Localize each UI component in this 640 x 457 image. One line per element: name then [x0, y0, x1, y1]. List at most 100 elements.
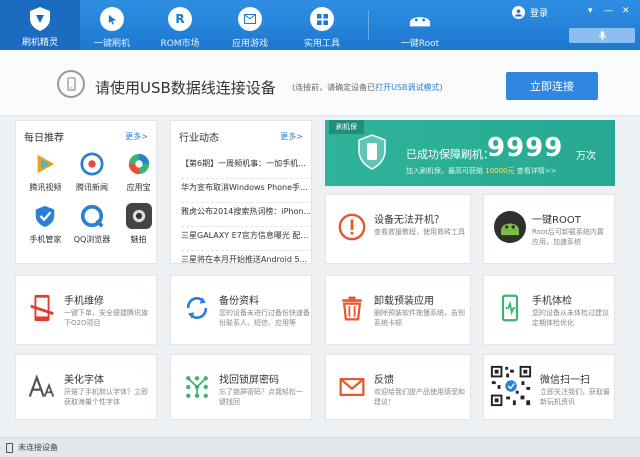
news-item[interactable]: 三星将在本月开始推送Android 5...	[181, 251, 313, 275]
news-item[interactable]: 华为宣布取消Windows Phone手...	[181, 179, 313, 203]
card-title: 手机维修	[64, 296, 104, 307]
app-label: 应用宝	[126, 183, 151, 192]
panel-title: 每日推荐	[24, 133, 64, 144]
card-phone-repair[interactable]: 手机维修 一键下单，安全便捷腾讯旗下O2O项目	[15, 275, 157, 345]
phone-icon	[57, 70, 85, 98]
repair-phone-icon	[26, 292, 58, 324]
insurance-main-text: 已成功保障刷机：	[406, 148, 494, 161]
mail-icon	[336, 371, 368, 403]
backup-icon	[181, 292, 213, 324]
card-desc: 欢迎给我们提产品使用感受和建议！	[374, 388, 465, 406]
nav-apps-games[interactable]: 应用游戏	[225, 0, 275, 50]
insurance-count: 9999	[487, 133, 564, 163]
login-label: 登录	[530, 9, 549, 19]
nav-one-click-root[interactable]: 一键Root	[390, 0, 450, 50]
qq-browser-icon	[79, 203, 105, 229]
card-desc: 您的设备从未体检过建议定期体检优化	[532, 309, 609, 327]
card-title: 备份资料	[219, 296, 259, 307]
card-one-click-root[interactable]: 一键ROOT Root后可卸载系统内置应用，加速系统	[483, 194, 615, 264]
nav-label: 应用游戏	[231, 39, 268, 49]
nav-label: 一键刷机	[93, 39, 130, 49]
card-wechat-scan[interactable]: 微信扫一扫 立即关注我们，获取最新玩机资讯	[483, 354, 615, 420]
news-item[interactable]: 雅虎公布2014搜索热词榜：iPhon...	[181, 203, 313, 227]
app-label: 手机管家	[29, 235, 62, 244]
app-label: 腾讯视频	[29, 183, 62, 192]
app-label: 腾讯新闻	[75, 183, 108, 192]
app-item-phone-manager[interactable]: 手机管家	[22, 203, 69, 245]
hint-text: (连接前，请确定设备已	[292, 83, 376, 92]
status-bar: 未连接设备	[0, 437, 640, 457]
minimize-icon[interactable]: —	[604, 5, 613, 17]
app-item-qq-browser[interactable]: QQ浏览器	[69, 203, 116, 245]
card-desc: 查看救援教程，使用救砖工具	[374, 228, 465, 236]
nav-one-click-flash[interactable]: 一键刷机	[87, 0, 137, 50]
connect-now-button[interactable]: 立即连接	[506, 72, 598, 100]
app-label: 魅拍	[130, 235, 147, 244]
microphone-icon	[598, 30, 606, 41]
envelope-icon	[238, 7, 262, 31]
nav-tools[interactable]: 实用工具	[297, 0, 347, 50]
insurance-sub-prefix: 加入刷机保，最高可获赔	[406, 167, 483, 175]
rom-icon: R	[168, 7, 192, 31]
top-bar: 刷机精灵 一键刷机 R ROM市场 应用游戏 实用工具 一键Root 登录 ▾	[0, 0, 640, 50]
card-title: 手机体检	[532, 296, 572, 307]
daily-recommend-panel: 每日推荐 更多> 腾讯视频 腾讯新闻 应用宝 手机管家 QQ浏览器 魅拍	[15, 120, 157, 264]
card-backup[interactable]: 备份资料 您的设备未进行过备份快速备份联系人、短信、应用等	[170, 275, 312, 345]
dropdown-icon[interactable]: ▾	[588, 5, 593, 17]
card-desc: 忘了锁屏密码？点我轻松一键找回	[219, 388, 303, 406]
qr-code-icon	[488, 363, 534, 409]
more-link[interactable]: 更多>	[280, 131, 303, 142]
news-item[interactable]: 【第6期】一周频机事：一加手机...	[181, 155, 313, 179]
usb-debug-link[interactable]: 打开USB调试模式	[375, 83, 439, 92]
checkup-icon	[494, 292, 526, 324]
insurance-tag: 刷机保	[329, 120, 364, 134]
login-button[interactable]: 登录	[512, 6, 548, 19]
hint-suffix: )	[439, 83, 443, 92]
connect-hint: (连接前，请确定设备已打开USB调试模式)	[292, 82, 443, 93]
voice-search-button[interactable]	[569, 28, 635, 43]
card-title: 卸载预装应用	[374, 296, 434, 307]
pattern-lock-icon	[181, 371, 213, 403]
news-item[interactable]: 三星GALAXY E7官方信息曝光 配5...	[181, 227, 313, 251]
cursor-icon	[100, 7, 124, 31]
card-desc: 您的设备未进行过备份快速备份联系人、短信、应用等	[219, 309, 310, 327]
app-item-tencent-news[interactable]: 腾讯新闻	[69, 151, 116, 193]
insurance-review-link[interactable]: 查看详情>>	[517, 167, 557, 175]
grid-icon	[310, 7, 334, 31]
app-item-tencent-video[interactable]: 腾讯视频	[22, 151, 69, 193]
card-cannot-boot[interactable]: 设备无法开机？ 查看救援教程，使用救砖工具	[325, 194, 471, 264]
more-link[interactable]: 更多>	[125, 131, 148, 142]
app-item-app-store[interactable]: 应用宝	[115, 151, 162, 193]
flash-insurance-banner[interactable]: 刷机保 已成功保障刷机： 9999 万次 加入刷机保，最高可获赔 10000元 …	[325, 120, 615, 186]
user-icon	[512, 6, 525, 19]
connection-status: 未连接设备	[18, 443, 58, 452]
card-desc: 删除预装软件拖慢系统，告别系统卡顿	[374, 309, 465, 327]
card-desc: 厌倦了手机默认字体？立即获取海量个性字体	[64, 388, 148, 406]
app-logo[interactable]: 刷机精灵	[0, 0, 80, 50]
phone-manager-icon	[32, 203, 58, 229]
trash-icon	[336, 292, 368, 324]
insurance-unit: 万次	[576, 151, 596, 162]
app-item-camera[interactable]: 魅拍	[115, 203, 162, 245]
card-phone-checkup[interactable]: 手机体检 您的设备从未体检过建议定期体检优化	[483, 275, 615, 345]
card-feedback[interactable]: 反馈 欢迎给我们提产品使用感受和建议！	[325, 354, 471, 420]
card-title: 反馈	[374, 375, 394, 386]
nav-label: 一键Root	[400, 39, 440, 49]
card-title: 找回锁屏密码	[219, 375, 279, 386]
card-uninstall-preinstalled[interactable]: 卸载预装应用 删除预装软件拖慢系统，告别系统卡顿	[325, 275, 471, 345]
connect-title: 请使用USB数据线连接设备	[95, 79, 276, 97]
nav-rom-market[interactable]: R ROM市场	[155, 0, 205, 50]
nav-label: 实用工具	[303, 39, 340, 49]
tencent-news-icon	[79, 151, 105, 177]
card-title: 一键ROOT	[532, 215, 581, 226]
panel-title: 行业动态	[179, 133, 219, 144]
card-beautify-font[interactable]: 美化字体 厌倦了手机默认字体？立即获取海量个性字体	[15, 354, 157, 420]
card-recover-lock-password[interactable]: 找回锁屏密码 忘了锁屏密码？点我轻松一键找回	[170, 354, 312, 420]
warning-icon	[336, 211, 368, 243]
close-icon[interactable]: ✕	[622, 5, 630, 17]
app-name: 刷机精灵	[21, 38, 58, 48]
nav-divider	[368, 10, 369, 40]
android-root-icon	[408, 7, 432, 31]
shield-logo-icon	[30, 7, 50, 31]
connect-banner: 请使用USB数据线连接设备 (连接前，请确定设备已打开USB调试模式) 立即连接	[0, 50, 640, 116]
